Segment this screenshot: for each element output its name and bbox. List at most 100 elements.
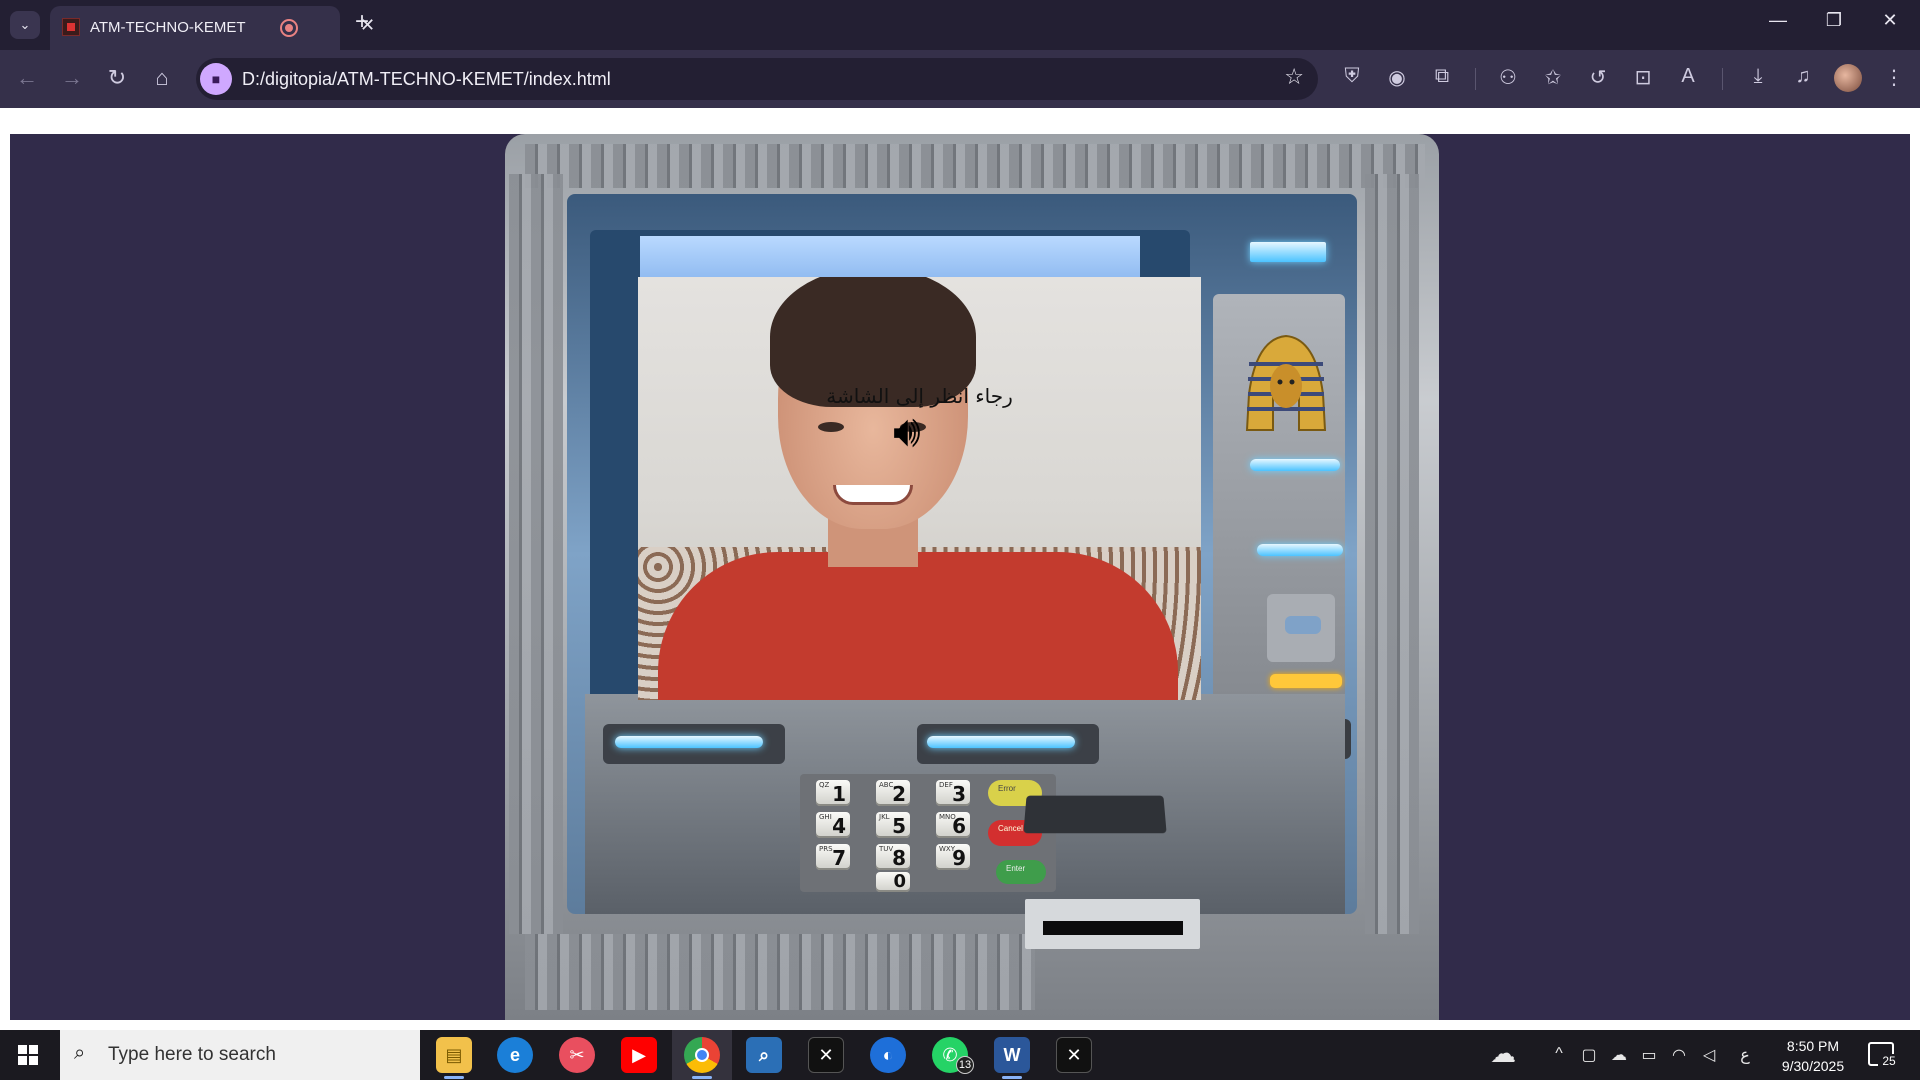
blue-app-icon[interactable]: ◐ <box>870 1037 906 1073</box>
tab-search-button[interactable]: ⌄ <box>10 11 40 39</box>
person-shirt <box>658 552 1178 700</box>
hieroglyph-band-left <box>509 174 563 934</box>
whatsapp-badge: 13 <box>956 1056 974 1074</box>
atm-page-background: رجاء انظر إلى الشاشة 🔊︎ QZ 1 ABC 2 DEF 3 GH… <box>10 134 1910 1020</box>
show-hidden-icons-chevron[interactable]: ^ <box>1548 1045 1570 1063</box>
chrome-icon[interactable] <box>684 1037 720 1073</box>
new-tab-button[interactable]: + <box>355 8 369 36</box>
right-slot-light <box>927 736 1075 748</box>
file-explorer-icon[interactable]: ▤ <box>436 1037 472 1073</box>
download-icon[interactable]: ⤓ <box>1744 65 1772 88</box>
keypad-key-2[interactable]: ABC 2 <box>876 780 910 806</box>
hieroglyph-band-bottom <box>525 934 1035 1010</box>
card-slot-light <box>1270 674 1342 688</box>
tab-strip: ⌄ ATM-TECHNO-KEMET ✕ + — ❐ ✕ <box>0 0 1920 50</box>
weather-icon[interactable]: ☁ <box>1486 1038 1520 1069</box>
cash-dispenser-slot <box>1023 795 1167 834</box>
card-reader-window <box>1285 616 1321 634</box>
webcam-feed: رجاء انظر إلى الشاشة 🔊︎ <box>638 277 1201 700</box>
page-viewport: رجاء انظر إلى الشاشة 🔊︎ QZ 1 ABC 2 DEF 3 GH… <box>0 108 1920 1030</box>
browser-toolbar: ← → ↻ ⌂ ■ D:/digitopia/ATM-TECHNO-KEMET/… <box>0 50 1920 108</box>
clock-date: 9/30/2025 <box>1781 1058 1845 1074</box>
media-control-icon[interactable]: ♫ <box>1789 65 1817 88</box>
running-indicator <box>692 1076 712 1079</box>
running-indicator <box>1002 1076 1022 1079</box>
keypad-key-6[interactable]: MNO 6 <box>936 812 970 838</box>
search-icon: ⌕ <box>74 1042 86 1064</box>
top-indicator-light <box>1250 242 1326 262</box>
snipping-tool-icon[interactable]: ✂ <box>559 1037 595 1073</box>
battery-icon[interactable]: ▭ <box>1638 1045 1660 1065</box>
keypad-key-3[interactable]: DEF 3 <box>936 780 970 806</box>
toolbar-divider <box>1475 68 1476 90</box>
keypad-key-1[interactable]: QZ 1 <box>816 780 850 806</box>
bookmarks-icon[interactable]: ✩ <box>1539 65 1567 90</box>
translate-icon[interactable]: A <box>1674 65 1702 88</box>
bottom-cash-slot <box>1025 899 1200 949</box>
person-smile <box>833 485 913 505</box>
close-window-button[interactable]: ✕ <box>1870 10 1910 31</box>
recording-indicator-icon <box>280 19 298 37</box>
side-indicator-light-1 <box>1250 459 1340 471</box>
active-tab[interactable]: ATM-TECHNO-KEMET ✕ <box>50 6 375 50</box>
hieroglyph-band-right <box>1365 174 1419 934</box>
keypad-key-0[interactable]: 0 <box>876 871 910 892</box>
shield-extension-icon[interactable]: ⛨ <box>1338 65 1366 88</box>
keypad-key-8[interactable]: TUV 8 <box>876 844 910 870</box>
atm-keypad: QZ 1 ABC 2 DEF 3 GHI 4 JKL 5 MNO 6 PRS 7 TUV 8 W… <box>800 774 1056 892</box>
running-indicator <box>444 1076 464 1079</box>
onedrive-icon[interactable]: ☁ <box>1608 1045 1630 1065</box>
meet-now-icon[interactable]: ▢ <box>1578 1045 1600 1065</box>
history-icon[interactable]: ↺ <box>1584 65 1612 90</box>
tab-title: ATM-TECHNO-KEMET <box>90 19 246 36</box>
site-favicon-icon <box>62 18 80 36</box>
keypad-key-4[interactable]: GHI 4 <box>816 812 850 838</box>
capcut-icon[interactable]: ✕ <box>808 1037 844 1073</box>
atm-machine: رجاء انظر إلى الشاشة 🔊︎ QZ 1 ABC 2 DEF 3 GH… <box>495 134 1449 1020</box>
screen-top-light <box>640 236 1140 280</box>
search-app-icon[interactable]: ⌕ <box>746 1037 782 1073</box>
address-bar[interactable]: ■ D:/digitopia/ATM-TECHNO-KEMET/index.ht… <box>196 58 1318 100</box>
keypad-key-5[interactable]: JKL 5 <box>876 812 910 838</box>
windows-taskbar: ⌕ Type here to search ▤ e ✂ ▶ ⌕ ✕ ◐ ✆ 13… <box>0 1030 1920 1080</box>
camera-in-use-icon[interactable]: ■ <box>200 63 232 95</box>
forward-button[interactable]: → <box>57 65 87 91</box>
pharaoh-mask-icon <box>1245 334 1327 431</box>
speaker-volume-icon[interactable]: 🔊︎ <box>893 407 921 457</box>
notification-count: 25 <box>1878 1054 1900 1074</box>
reload-button[interactable]: ↻ <box>102 65 132 91</box>
side-indicator-light-2 <box>1257 544 1343 556</box>
screenshot-icon[interactable]: ⊡ <box>1629 65 1657 90</box>
toolbar-divider <box>1722 68 1723 90</box>
restore-button[interactable]: ❐ <box>1814 10 1854 31</box>
incognito-icon[interactable]: ⚇ <box>1494 65 1522 90</box>
left-slot-light <box>615 736 763 748</box>
profile-avatar[interactable] <box>1834 64 1862 92</box>
word-icon[interactable]: W <box>994 1037 1030 1073</box>
youtube-icon[interactable]: ▶ <box>621 1037 657 1073</box>
extensions-puzzle-icon[interactable]: ⧉ <box>1428 65 1456 88</box>
home-button[interactable]: ⌂ <box>147 65 177 91</box>
volume-icon[interactable]: ◁ <box>1698 1045 1720 1065</box>
back-button[interactable]: ← <box>12 65 42 91</box>
system-clock[interactable]: 8:50 PM 9/30/2025 <box>1768 1036 1858 1076</box>
look-at-screen-prompt: رجاء انظر إلى الشاشة <box>826 384 1013 408</box>
taskbar-search[interactable]: ⌕ Type here to search <box>60 1030 420 1080</box>
capcut-icon-2[interactable]: ✕ <box>1056 1037 1092 1073</box>
hieroglyph-band-top <box>525 144 1425 188</box>
mask-extension-icon[interactable]: ◉ <box>1383 65 1411 90</box>
wifi-icon[interactable]: ◠ <box>1668 1045 1690 1065</box>
windows-start-icon[interactable] <box>18 1045 38 1065</box>
keypad-key-9[interactable]: WXY 9 <box>936 844 970 870</box>
clock-time: 8:50 PM <box>1786 1038 1840 1054</box>
edge-browser-icon[interactable]: e <box>497 1037 533 1073</box>
language-indicator[interactable]: ع <box>1734 1045 1756 1065</box>
url-text[interactable]: D:/digitopia/ATM-TECHNO-KEMET/index.html <box>242 69 611 90</box>
person-left-eye <box>818 422 844 432</box>
menu-kebab-icon[interactable]: ⋮ <box>1880 65 1908 90</box>
minimize-button[interactable]: — <box>1758 10 1798 31</box>
enter-button[interactable]: Enter <box>996 860 1046 884</box>
keypad-key-7[interactable]: PRS 7 <box>816 844 850 870</box>
search-placeholder: Type here to search <box>108 1044 276 1065</box>
bookmark-star-icon[interactable]: ☆ <box>1284 64 1304 90</box>
